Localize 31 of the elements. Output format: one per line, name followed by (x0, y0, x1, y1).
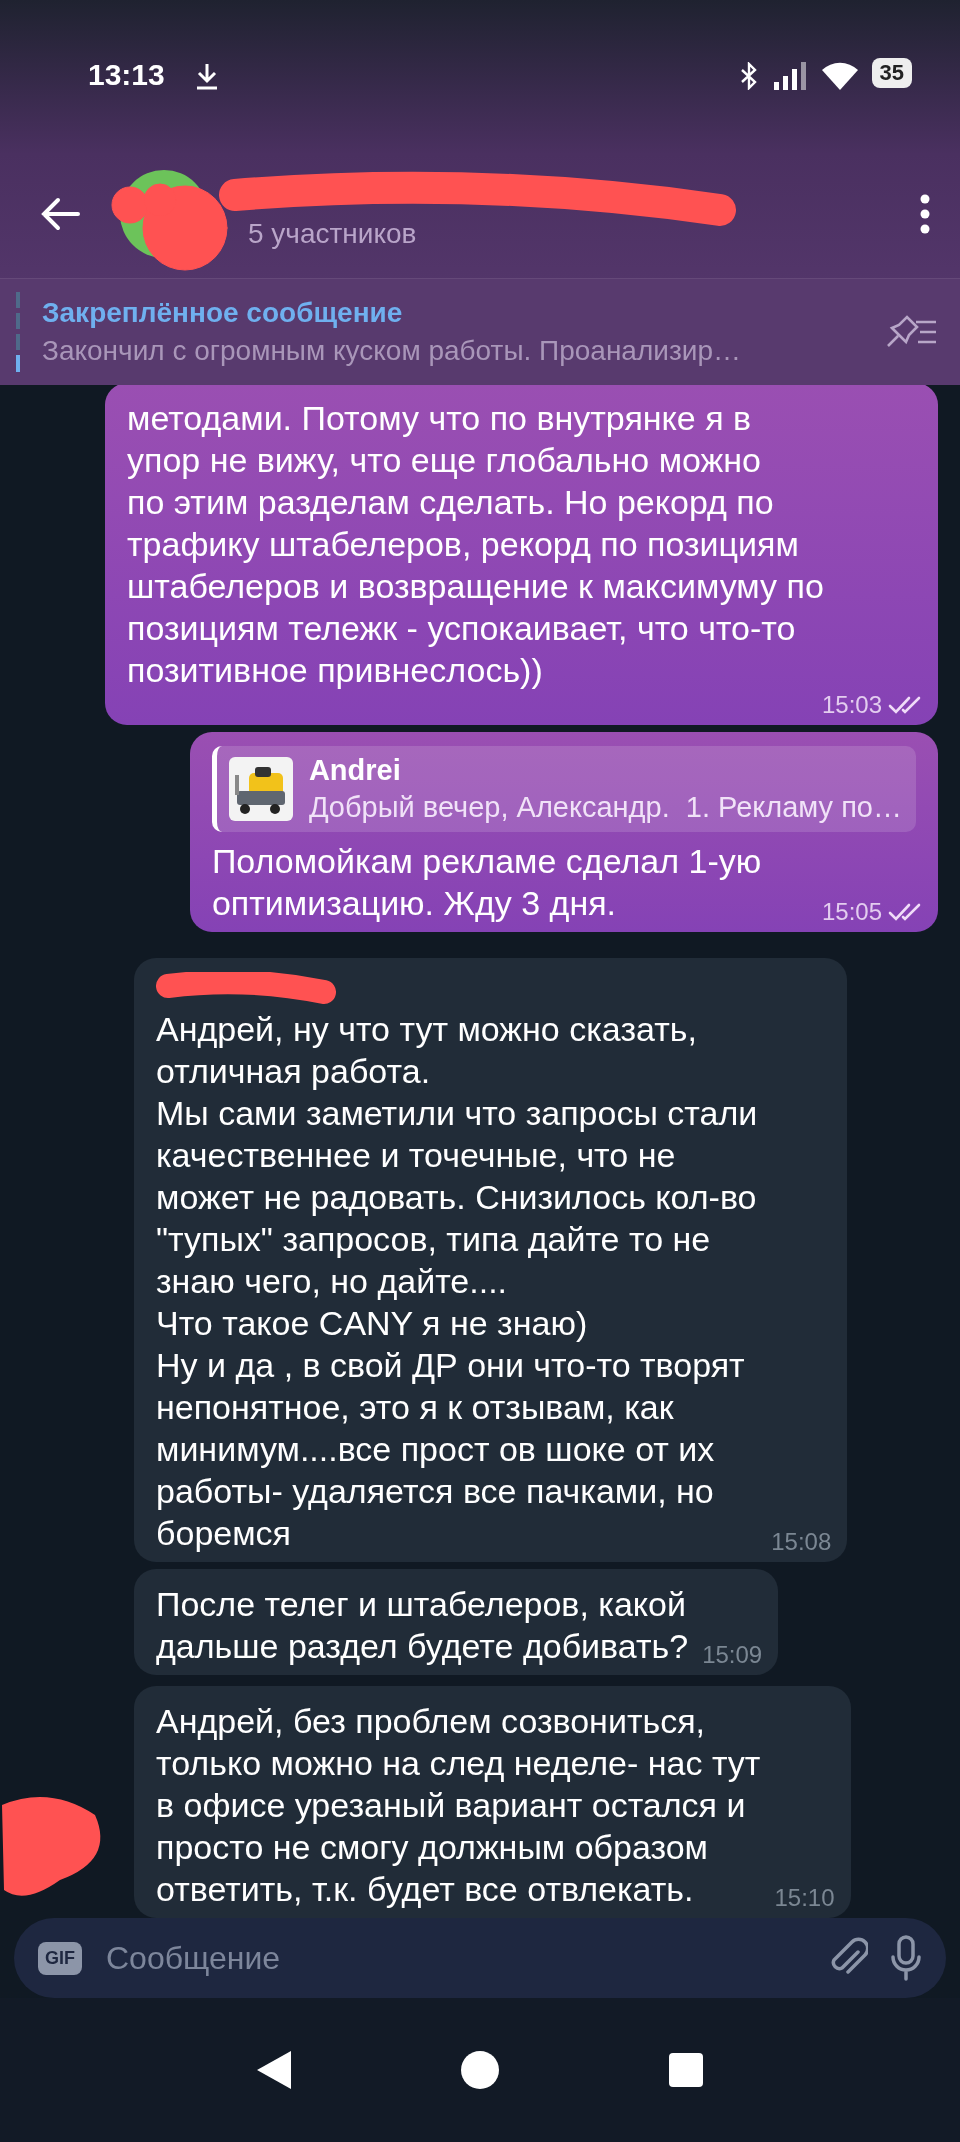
clock-time: 13:13 (88, 58, 165, 92)
message-input[interactable]: Сообщение (104, 1938, 806, 1978)
pinned-message-bar[interactable]: Закреплённое сообщение Закончил с огромным куском работы. Проанализир… (0, 278, 960, 385)
pinned-preview: Закончил с огромным куском работы. Проанализир… (42, 335, 742, 367)
gif-button[interactable]: GIF (38, 1941, 82, 1975)
back-arrow-icon[interactable] (40, 197, 80, 231)
member-count: 5 участников (248, 218, 417, 250)
message-time: 15:08 (771, 1528, 832, 1556)
back-nav-icon[interactable] (257, 2051, 291, 2089)
reply-text: Добрый вечер, Александр. 1. Рекламу по… (308, 791, 902, 824)
download-icon (194, 62, 219, 90)
message-time: 15:09 (702, 1641, 763, 1669)
message-text: Поломойкам рекламе сделал 1-ую оптимизацию. Жду 3 дня. (211, 841, 762, 924)
message-text: методами. Потому что по внутрянке я в упор не вижу, что еще глобально можно по этим разделам сделать. Но рекорд по трафику штабелеров, рекорд по позициям штабелеров и возвращение к максимуму по позициям тележк - успокаивает, что что-то позитивное привнеслось)) (127, 398, 824, 691)
message-text: После телег и штабелеров, какой дальше раздел будете добивать? (156, 1584, 689, 1667)
bluetooth-icon (739, 62, 758, 90)
signal-icon (773, 62, 808, 90)
wifi-icon (821, 62, 858, 90)
message-time: 15:05 (821, 898, 882, 926)
message-time: 15:10 (774, 1884, 835, 1912)
microphone-icon[interactable] (890, 1935, 922, 1981)
message-text: Андрей, ну что тут можно сказать, отличная работа. Мы сами заметили что запросы стали качественнее и точечные, что не может не радовать. Снизилось кол-во "тупых" запросов, типа дайте то не знаю чего, но дайте.... Что такое CANY я не знаю) Ну и да , в свой ДР они что-то творят непонятное, это я к отзывам, как минимум....все прост ов шоке от их работы- удаляется все пачками, но боремся (156, 1009, 758, 1554)
message-text: Андрей, без проблем созвониться, только можно на след неделе- нас тут в офисе урезаный вариант остался и просто не смогу должным образом ответить, т.к. будет все отвлекать. (156, 1701, 761, 1910)
message-field[interactable]: GIF Сообщение (14, 1918, 946, 1998)
battery-indicator: 35 (871, 58, 912, 88)
pinned-title: Закреплённое сообщение (42, 297, 404, 329)
reply-author: Andrei (308, 754, 402, 787)
reply-quote[interactable]: Andrei Добрый вечер, Александр. 1. Рекламу по… (211, 746, 916, 832)
home-nav-icon[interactable] (461, 2051, 499, 2089)
message-time: 15:03 (821, 691, 882, 719)
more-options-icon[interactable] (920, 194, 930, 234)
